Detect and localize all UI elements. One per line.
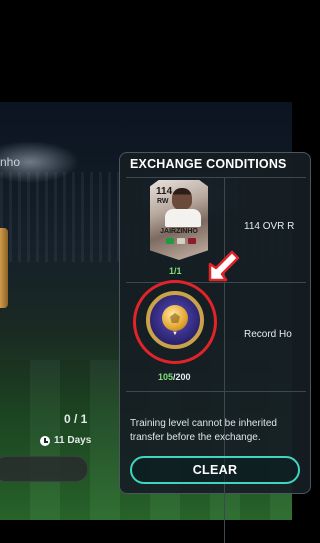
row-divider bbox=[126, 391, 306, 392]
coin-count: 105/200 bbox=[158, 372, 191, 382]
coin-count-max: /200 bbox=[173, 372, 191, 382]
football-icon bbox=[162, 305, 188, 331]
requirement-text: 114 OVR R bbox=[244, 221, 295, 232]
coin-logo-icon: ▼ bbox=[172, 331, 178, 337]
card-position: RW bbox=[157, 198, 169, 205]
left-card-edge[interactable] bbox=[0, 228, 8, 308]
card-player-name: JAIRZINHO bbox=[160, 228, 198, 235]
exchange-conditions-panel: EXCHANGE CONDITIONS 114 RW JAIRZINHO 1/1… bbox=[119, 152, 311, 543]
title-divider bbox=[126, 177, 306, 178]
column-divider bbox=[224, 177, 225, 543]
player-shirt bbox=[165, 209, 201, 227]
card-badges bbox=[166, 238, 196, 244]
coin-count-current: 105 bbox=[158, 372, 174, 382]
pointer-arrow-icon bbox=[208, 250, 240, 282]
top-black-bar bbox=[0, 0, 292, 102]
notice-line: transfer before the exchange. bbox=[130, 432, 261, 443]
left-days-timer: 11 Days bbox=[40, 435, 91, 446]
card-count: 1/1 bbox=[169, 266, 182, 276]
days-label: 11 Days bbox=[54, 435, 92, 446]
league-icon bbox=[188, 238, 196, 244]
player-portrait bbox=[172, 188, 192, 210]
notice-line: Training level cannot be inherited bbox=[130, 418, 277, 429]
clear-button[interactable]: CLEAR bbox=[130, 456, 300, 484]
left-count: 0 / 1 bbox=[64, 412, 88, 426]
notice-text: Training level cannot be inherited trans… bbox=[130, 417, 300, 445]
club-badge-icon bbox=[177, 238, 185, 244]
card-ovr: 114 bbox=[156, 186, 173, 197]
left-action-button[interactable] bbox=[0, 456, 88, 482]
player-card[interactable]: 114 RW JAIRZINHO bbox=[150, 180, 208, 260]
panel-title: EXCHANGE CONDITIONS bbox=[130, 157, 287, 171]
nation-flag-icon bbox=[166, 238, 174, 244]
gold-football-coin-icon[interactable]: ▼ bbox=[146, 291, 204, 349]
left-player-name: nho bbox=[0, 155, 21, 169]
clock-icon bbox=[40, 435, 50, 446]
requirement-text: Record Ho bbox=[244, 329, 292, 340]
